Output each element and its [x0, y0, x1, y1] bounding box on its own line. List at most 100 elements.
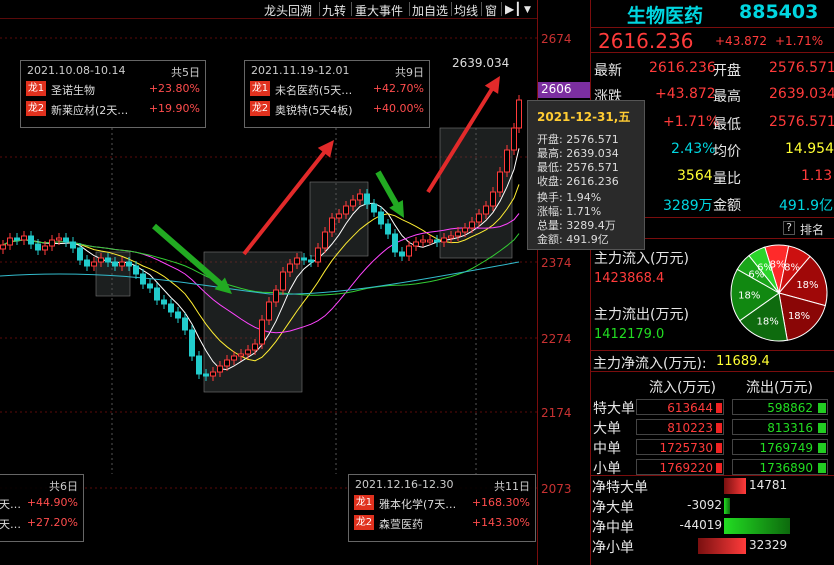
candle-body: [70, 241, 76, 249]
leader-name[interactable]: 新莱应材(2天…: [51, 102, 128, 118]
toolbar-add-watchlist[interactable]: 加自选: [412, 2, 448, 19]
net-order-row: 净大单 -3092: [591, 496, 834, 516]
leader-name[interactable]: 奥锐特(5天4板): [275, 102, 353, 118]
price-line: 2616.236 +43.872 +1.71%: [591, 27, 834, 53]
sector-code: 885403: [739, 1, 819, 23]
inflow-cell: 810223: [636, 419, 724, 435]
toolbar-separator: [501, 2, 502, 16]
rank-button[interactable]: 排名: [800, 221, 824, 238]
candle-body: [259, 319, 265, 345]
toolbar-major-events[interactable]: 重大事件: [355, 2, 403, 19]
box-total: 共9日: [395, 66, 424, 79]
sector-name: 生物医药: [627, 5, 704, 27]
pie-slice-label: 6%: [757, 263, 773, 274]
outflow-bar: [818, 423, 826, 433]
toolbar-separator: [451, 2, 452, 16]
candle-body: [441, 237, 447, 243]
toolbar-ma-lines[interactable]: 均线: [454, 2, 478, 19]
quote-label-vol-ratio: 量比: [713, 171, 741, 187]
quote-value-low: 2576.571: [769, 114, 834, 130]
high-price-label: 2639.034: [452, 56, 510, 70]
candle-body: [336, 213, 342, 219]
outflow-header: 流出(万元): [746, 380, 813, 396]
leader-pct: +40.00%: [372, 102, 424, 115]
quote-value-volume-ratio-raw: 3564: [677, 168, 713, 184]
leader-info-box[interactable]: 共6日 天… +44.90% 天… +27.20%: [0, 474, 84, 542]
axis-tick-label: 2073: [541, 482, 572, 496]
inflow-cell: 613644: [636, 399, 724, 415]
toolbar-dragon-backtrack[interactable]: 龙头回溯: [264, 2, 312, 19]
quote-title: 生物医药 885403: [591, 0, 834, 27]
help-icon[interactable]: ?: [783, 221, 795, 235]
tooltip-amount: 金额: 491.9亿: [537, 233, 609, 246]
box-date: 2021.11.19-12.01: [251, 64, 350, 77]
box-total: 共11日: [494, 480, 530, 493]
candle-body: [315, 247, 321, 263]
candle-body: [266, 301, 272, 321]
candle-body: [7, 237, 13, 246]
candle-body: [427, 239, 433, 243]
trend-arrow-shaft: [375, 170, 402, 211]
candle-body: [140, 273, 146, 285]
main-inflow-value: 1423868.4: [594, 271, 665, 286]
price-change: +43.872: [715, 34, 768, 48]
quote-value-avg: 14.954: [785, 141, 834, 157]
inflow-value: 1769220: [659, 461, 713, 475]
quote-value-high: 2639.034: [769, 86, 834, 102]
candle-body: [280, 271, 286, 291]
net-order-bar: [724, 478, 746, 494]
candle-body: [294, 257, 300, 265]
quote-value-turnover: 2.43%: [671, 141, 716, 157]
outflow-value: 1769749: [759, 441, 813, 455]
candle-body: [511, 127, 517, 151]
candle-body: [14, 237, 20, 241]
quote-label-open: 开盘: [713, 63, 741, 79]
toolbar-separator: [319, 2, 320, 16]
inflow-bar: [716, 443, 722, 453]
candle-body: [196, 355, 202, 375]
quote-value-change: +43.872: [655, 86, 716, 102]
net-order-bar: [724, 518, 790, 534]
leader-name[interactable]: 森萱医药: [379, 516, 423, 532]
candle-body: [273, 289, 279, 303]
leader-pct: +44.90%: [26, 496, 78, 509]
net-order-value: -3092: [687, 498, 722, 512]
box-total: 共6日: [49, 480, 78, 493]
leader-name[interactable]: 圣诺生物: [51, 82, 95, 98]
candle-body: [364, 193, 370, 205]
candle-body: [35, 243, 41, 251]
candle-body: [189, 329, 195, 357]
pie-slice-label: 18%: [738, 290, 760, 301]
candle-body: [231, 355, 237, 361]
toolbar-nine-turn[interactable]: 九转: [322, 2, 346, 19]
quote-value-pct: +1.71%: [663, 114, 720, 130]
play-arrow-icon[interactable]: ▶┃: [505, 2, 521, 16]
net-inflow-bar: 主力净流入(万元): 11689.4: [591, 350, 834, 372]
pie-slice-label: 18%: [788, 311, 810, 322]
outflow-bar: [818, 403, 826, 413]
axis-tick-label: 2374: [541, 256, 572, 270]
inflow-bar: [716, 403, 722, 413]
order-row: 特大单 613644 598862: [591, 397, 834, 417]
inflow-value: 810223: [667, 421, 713, 435]
net-order-value: 14781: [749, 478, 788, 492]
chart-toolbar: 龙头回溯 九转 重大事件 加自选 均线 窗 ▶┃ ▼: [0, 0, 537, 19]
leader-info-box[interactable]: 2021.11.19-12.01 共9日 龙1 未名医药(5天… +42.70% 龙2…: [244, 60, 430, 128]
candle-body: [252, 343, 258, 351]
dropdown-icon[interactable]: ▼: [524, 5, 531, 15]
net-order-label: 净大单: [592, 500, 634, 516]
toolbar-separator: [409, 2, 410, 16]
toolbar-window[interactable]: 窗: [485, 2, 497, 19]
leader-name[interactable]: 天…: [0, 496, 21, 512]
candle-body: [238, 353, 244, 357]
leader-info-box[interactable]: 2021.10.08-10.14 共5日 龙1 圣诺生物 +23.80% 龙2 新莱应材…: [20, 60, 206, 128]
outflow-bar: [818, 463, 826, 473]
leader-name[interactable]: 未名医药(5天…: [275, 82, 352, 98]
net-inflow-label: 主力净流入(万元):: [593, 356, 707, 372]
leader-name[interactable]: 雅本化学(7天…: [379, 496, 456, 512]
candle-body: [0, 244, 6, 250]
leader-name[interactable]: 天…: [0, 516, 21, 532]
inflow-value: 613644: [667, 401, 713, 415]
candle-body: [56, 237, 62, 241]
leader-info-box[interactable]: 2021.12.16-12.30 共11日 龙1 雅本化学(7天… +168.30% …: [348, 474, 536, 542]
